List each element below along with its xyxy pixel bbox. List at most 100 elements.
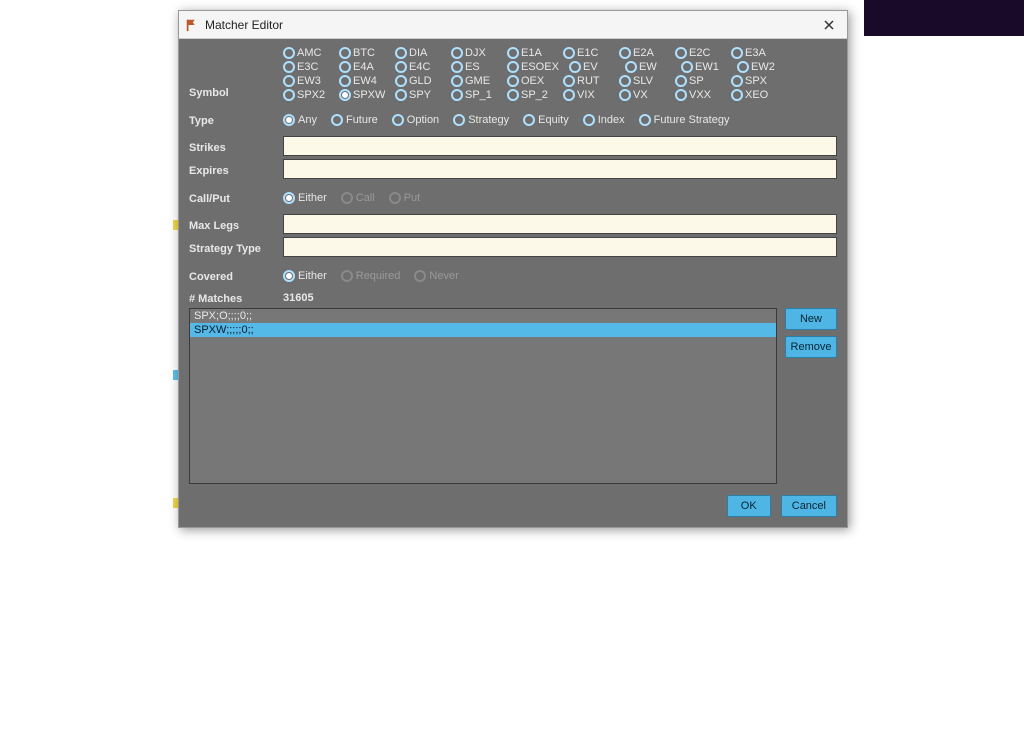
radio-label: E3C <box>297 61 318 73</box>
expires-input[interactable] <box>283 159 837 179</box>
radio-index[interactable]: Index <box>583 114 625 126</box>
radio-e2a[interactable]: E2A <box>619 47 675 59</box>
radio-sp1[interactable]: SP_1 <box>451 89 507 101</box>
radio-indicator <box>395 47 407 59</box>
radio-indicator <box>681 61 693 73</box>
radio-either[interactable]: Either <box>283 192 327 204</box>
radio-dia[interactable]: DIA <box>395 47 451 59</box>
radio-either[interactable]: Either <box>283 270 327 282</box>
radio-ew4[interactable]: EW4 <box>339 75 395 87</box>
radio-indicator <box>619 47 631 59</box>
matches-row: # Matches 31605 <box>189 290 837 305</box>
radio-ew3[interactable]: EW3 <box>283 75 339 87</box>
radio-spy[interactable]: SPY <box>395 89 451 101</box>
remove-button[interactable]: Remove <box>785 336 837 358</box>
radio-futurestrategy[interactable]: Future Strategy <box>639 114 730 126</box>
radio-label: Either <box>298 270 327 282</box>
radio-vx[interactable]: VX <box>619 89 675 101</box>
dialog-footer: OK Cancel <box>189 487 837 517</box>
radio-e1c[interactable]: E1C <box>563 47 619 59</box>
radio-gme[interactable]: GME <box>451 75 507 87</box>
radio-any[interactable]: Any <box>283 114 317 126</box>
radio-label: XEO <box>745 89 768 101</box>
radio-rut[interactable]: RUT <box>563 75 619 87</box>
cancel-button[interactable]: Cancel <box>781 495 837 517</box>
radio-label: GME <box>465 75 490 87</box>
radio-ew2[interactable]: EW2 <box>737 61 793 73</box>
radio-future[interactable]: Future <box>331 114 378 126</box>
radio-label: SPX2 <box>297 89 325 101</box>
radio-label: E4C <box>409 61 430 73</box>
radio-gld[interactable]: GLD <box>395 75 451 87</box>
radio-label: ESOEX <box>521 61 559 73</box>
radio-equity[interactable]: Equity <box>523 114 569 126</box>
radio-spx[interactable]: SPX <box>731 75 787 87</box>
radio-e3a[interactable]: E3A <box>731 47 787 59</box>
maxlegs-row: Max Legs <box>189 214 837 234</box>
radio-label: EW1 <box>695 61 719 73</box>
radio-oex[interactable]: OEX <box>507 75 563 87</box>
radio-indicator <box>283 61 295 73</box>
radio-vxx[interactable]: VXX <box>675 89 731 101</box>
radio-label: Never <box>429 270 458 282</box>
radio-ew1[interactable]: EW1 <box>681 61 737 73</box>
radio-label: E4A <box>353 61 374 73</box>
radio-indicator <box>283 47 295 59</box>
radio-es[interactable]: ES <box>451 61 507 73</box>
radio-indicator <box>453 114 465 126</box>
symbol-radio-group: AMC BTC DIADJXE1A E1C E2AE2CE3A E3C E4A E4C ES ES… <box>283 47 837 101</box>
close-button[interactable] <box>817 13 841 37</box>
radio-indicator <box>451 47 463 59</box>
list-item[interactable]: SPXW;;;;;0;; <box>190 323 776 337</box>
radio-e4a[interactable]: E4A <box>339 61 395 73</box>
flag-icon <box>185 18 199 32</box>
radio-e1a[interactable]: E1A <box>507 47 563 59</box>
radio-label: E1C <box>577 47 598 59</box>
radio-label: Option <box>407 114 439 126</box>
radio-e4c[interactable]: E4C <box>395 61 451 73</box>
radio-ew[interactable]: EW <box>625 61 681 73</box>
matches-count: 31605 <box>283 292 314 304</box>
radio-e2c[interactable]: E2C <box>675 47 731 59</box>
strategytype-input[interactable] <box>283 237 837 257</box>
radio-indicator <box>523 114 535 126</box>
strikes-input[interactable] <box>283 136 837 156</box>
radio-label: GLD <box>409 75 432 87</box>
radio-btc[interactable]: BTC <box>339 47 395 59</box>
matcher-listbox[interactable]: SPX;O;;;;0;;SPXW;;;;;0;; <box>189 308 777 484</box>
radio-indicator <box>675 89 687 101</box>
radio-esoex[interactable]: ESOEX <box>507 61 569 73</box>
radio-strategy[interactable]: Strategy <box>453 114 509 126</box>
radio-xeo[interactable]: XEO <box>731 89 787 101</box>
radio-indicator <box>389 192 401 204</box>
list-item[interactable]: SPX;O;;;;0;; <box>190 309 776 323</box>
ok-button[interactable]: OK <box>727 495 771 517</box>
radio-label: Required <box>356 270 401 282</box>
radio-indicator <box>341 192 353 204</box>
radio-never: Never <box>414 270 458 282</box>
radio-ev[interactable]: EV <box>569 61 625 73</box>
radio-slv[interactable]: SLV <box>619 75 675 87</box>
new-button[interactable]: New <box>785 308 837 330</box>
maxlegs-input[interactable] <box>283 214 837 234</box>
radio-label: VIX <box>577 89 595 101</box>
radio-option[interactable]: Option <box>392 114 439 126</box>
radio-sp2[interactable]: SP_2 <box>507 89 563 101</box>
window-title: Matcher Editor <box>205 18 817 32</box>
radio-sp[interactable]: SP <box>675 75 731 87</box>
radio-label: Strategy <box>468 114 509 126</box>
radio-label: ES <box>465 61 480 73</box>
radio-spx2[interactable]: SPX2 <box>283 89 339 101</box>
radio-indicator <box>395 89 407 101</box>
radio-label: Put <box>404 192 421 204</box>
radio-e3c[interactable]: E3C <box>283 61 339 73</box>
radio-indicator <box>507 75 519 87</box>
radio-label: Index <box>598 114 625 126</box>
strategytype-row: Strategy Type <box>189 237 837 257</box>
radio-vix[interactable]: VIX <box>563 89 619 101</box>
radio-djx[interactable]: DJX <box>451 47 507 59</box>
radio-label: SPX <box>745 75 767 87</box>
radio-amc[interactable]: AMC <box>283 47 339 59</box>
radio-spxw[interactable]: SPXW <box>339 89 395 101</box>
radio-label: BTC <box>353 47 375 59</box>
